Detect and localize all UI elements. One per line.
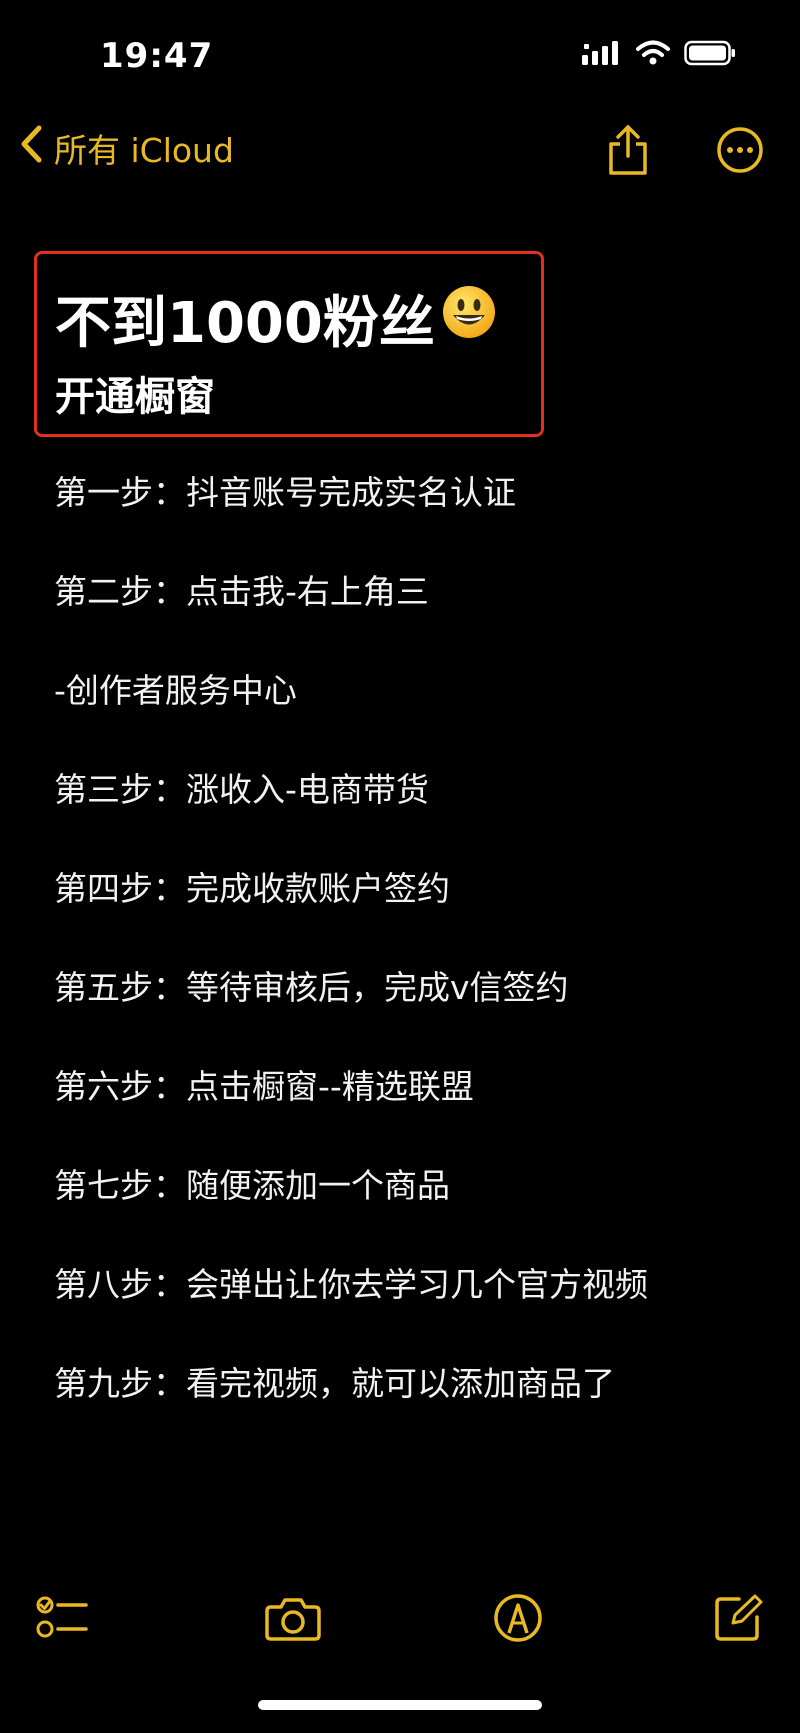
- step-item: 第三步：涨收入-电商带货: [54, 770, 429, 809]
- more-button[interactable]: [710, 122, 770, 182]
- note-title: 不到1000粉丝: [55, 291, 435, 356]
- note-title-highlight: 不到1000粉丝 开通橱窗: [34, 251, 544, 437]
- chevron-left-icon: [18, 124, 44, 172]
- battery-icon: [684, 40, 736, 70]
- status-time: 19:47: [100, 36, 214, 76]
- step-item: 第九步：看完视频，就可以添加商品了: [54, 1364, 615, 1403]
- checklist-button[interactable]: [28, 1585, 98, 1655]
- wifi-icon: [636, 40, 670, 70]
- camera-button[interactable]: [258, 1585, 328, 1655]
- step-item: 第八步：会弹出让你去学习几个官方视频: [54, 1265, 648, 1304]
- step-item: 第七步：随便添加一个商品: [54, 1166, 450, 1205]
- steps-list: 第一步：抖音账号完成实名认证 第二步：点击我-右上角三 -创作者服务中心 第三步…: [54, 468, 694, 1408]
- ellipsis-circle-icon: [716, 126, 764, 178]
- share-icon: [606, 124, 650, 180]
- compose-icon: [713, 1593, 763, 1647]
- step-item: -创作者服务中心: [54, 671, 297, 710]
- step-item: 第二步：点击我-右上角三: [54, 572, 429, 611]
- back-button[interactable]: 所有 iCloud: [18, 124, 234, 172]
- markup-button[interactable]: [483, 1585, 553, 1655]
- nav-bar: 所有 iCloud: [0, 118, 800, 198]
- step-item: 第四步：完成收款账户签约: [54, 869, 450, 908]
- markup-pen-icon: [493, 1593, 543, 1647]
- back-button-label: 所有 iCloud: [54, 131, 234, 170]
- step-item: 第六步：点击橱窗--精选联盟: [54, 1067, 474, 1106]
- smiley-face-emoji: [441, 284, 497, 354]
- step-item: 第一步：抖音账号完成实名认证: [54, 473, 516, 512]
- note-subtitle: 开通橱窗: [55, 374, 215, 420]
- compose-button[interactable]: [703, 1585, 773, 1655]
- home-indicator[interactable]: [258, 1700, 542, 1710]
- bottom-toolbar: [0, 1585, 800, 1665]
- camera-icon: [265, 1595, 321, 1645]
- step-item: 第五步：等待审核后，完成v信签约: [54, 968, 569, 1007]
- share-button[interactable]: [598, 122, 658, 182]
- checklist-icon: [36, 1593, 90, 1647]
- status-bar: 19:47: [0, 0, 800, 110]
- cellular-signal-icon: [582, 41, 622, 69]
- status-icons: [582, 40, 736, 70]
- note-title-line: 不到1000粉丝: [55, 278, 497, 359]
